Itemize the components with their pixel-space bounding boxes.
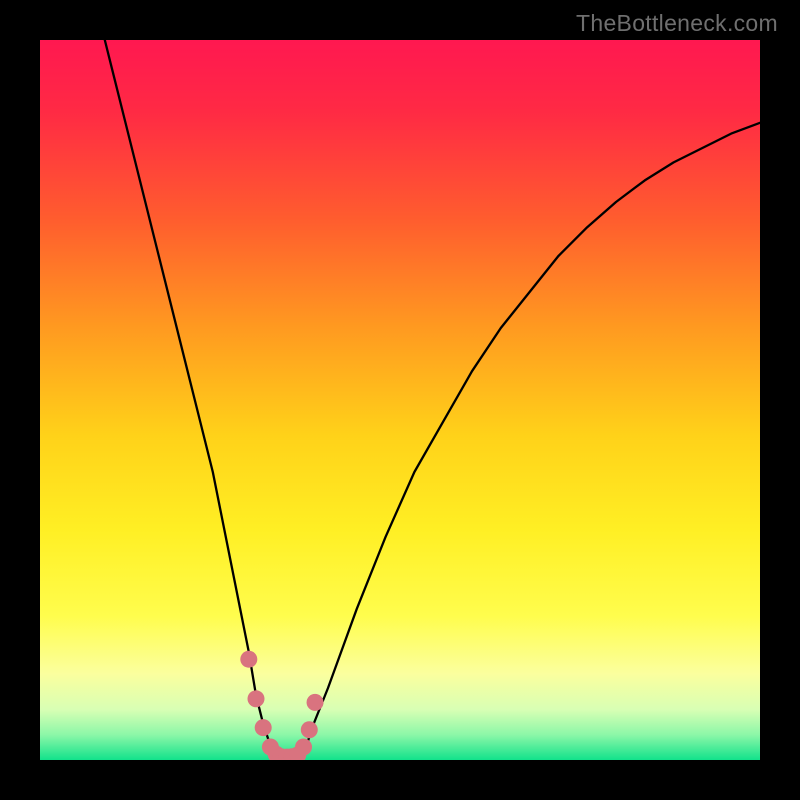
curve-layer	[40, 40, 760, 760]
chart-frame: TheBottleneck.com	[0, 0, 800, 800]
watermark-text: TheBottleneck.com	[576, 10, 778, 37]
marker-dot	[240, 651, 257, 668]
plot-area	[40, 40, 760, 760]
bottleneck-curve	[105, 40, 760, 757]
marker-dot	[295, 739, 312, 756]
marker-dot	[255, 719, 272, 736]
marker-dot	[301, 721, 318, 738]
marker-dot	[307, 694, 324, 711]
marker-group	[240, 651, 323, 760]
marker-dot	[248, 690, 265, 707]
